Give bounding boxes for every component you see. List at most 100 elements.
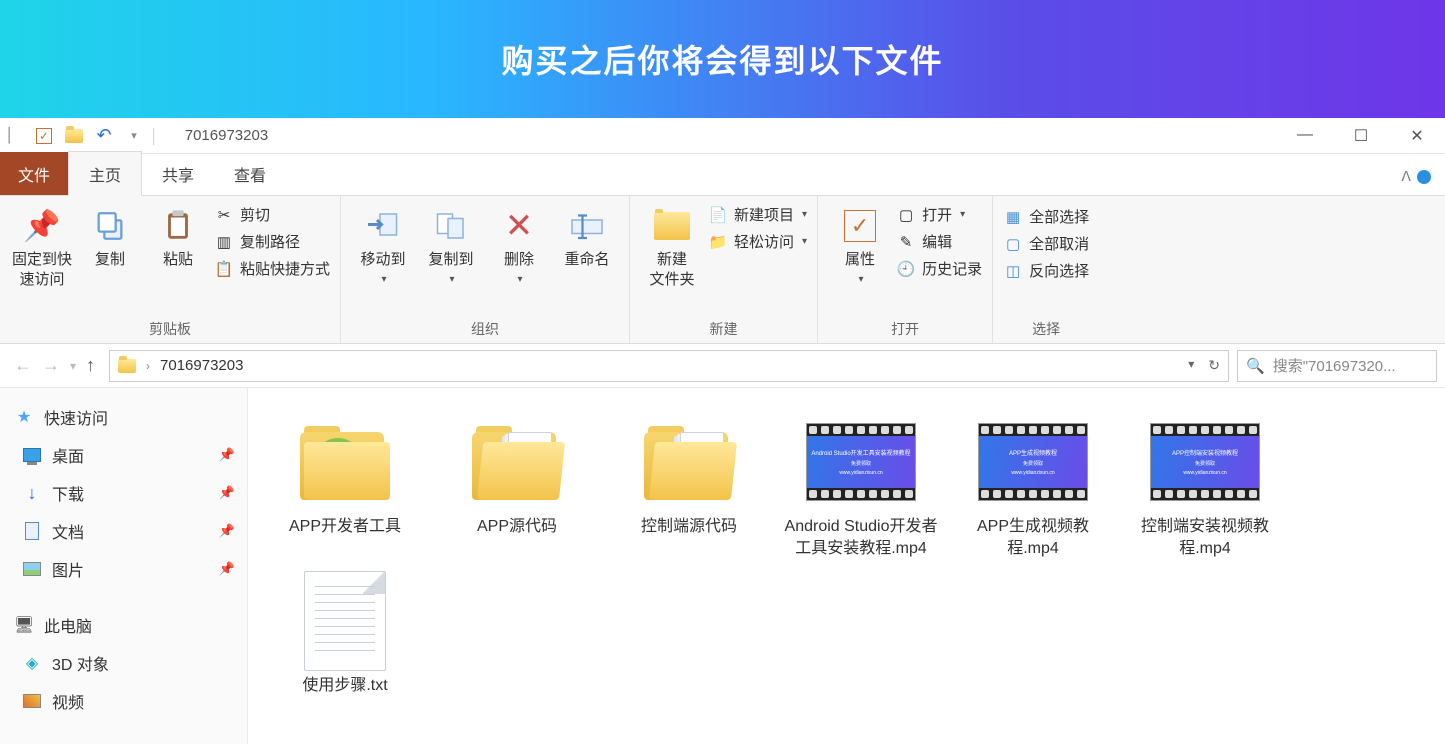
invert-selection-button[interactable]: ◫反向选择 [1003,260,1089,281]
select-none-icon: ▢ [1003,234,1023,254]
move-to-button[interactable]: 移动到 ▾ [351,202,415,285]
paste-shortcut-button[interactable]: 📋粘贴快捷方式 [214,258,330,279]
file-thumbnail: APP控制端安装视频教程免费领取www.yidianzixun.cn [1150,414,1260,510]
scissors-icon: ✂ [214,205,234,225]
copy-path-icon: ▥ [214,232,234,252]
file-item[interactable]: 使用步骤.txt [266,573,424,697]
copy-button[interactable]: 复制 [78,202,142,270]
paste-button[interactable]: 粘贴 [146,202,210,270]
file-name: 控制端安装视频教程.mp4 [1126,516,1284,561]
close-button[interactable]: ✕ [1405,126,1429,146]
file-name: APP开发者工具 [289,516,401,538]
file-name: APP源代码 [477,516,557,538]
group-label-new: 新建 [640,317,807,339]
folder-icon[interactable] [64,126,84,146]
history-button[interactable]: 🕘历史记录 [896,258,982,279]
tab-share[interactable]: 共享 [142,152,214,195]
rename-label: 重命名 [565,250,610,270]
nav-up-button[interactable]: ↑ [86,355,95,376]
undo-icon[interactable]: ↶ [94,126,114,146]
ribbon-group-new: 新建 文件夹 📄新建项目▾ 📁轻松访问▾ 新建 [630,196,818,343]
rename-button[interactable]: 重命名 [555,202,619,270]
nav-recent-dropdown[interactable]: ▾ [70,359,76,373]
copy-path-button[interactable]: ▥复制路径 [214,231,330,252]
search-box[interactable]: 🔍 搜索"701697320... [1237,350,1437,382]
copy-label: 复制 [95,250,125,270]
select-all-button[interactable]: ▦全部选择 [1003,206,1089,227]
sidebar-item-desktop[interactable]: 桌面 📌 [0,436,247,474]
file-item[interactable]: APP控制端安装视频教程免费领取www.yidianzixun.cn 控制端安装视… [1126,414,1284,561]
clipboard-small-buttons: ✂剪切 ▥复制路径 📋粘贴快捷方式 [214,202,330,279]
clipboard-icon [158,206,198,246]
window-controls: — ☐ ✕ [1293,126,1441,146]
file-thumbnail: Android Studio开发工具安装视频教程免费领取www.yidianzi… [806,414,916,510]
tab-view[interactable]: 查看 [214,152,286,195]
easy-access-button[interactable]: 📁轻松访问▾ [708,231,807,252]
pin-icon: 📌 [219,447,235,463]
pin-icon: 📌 [219,561,235,577]
file-thumbnail: APP生成视频教程免费领取www.yidianzixun.cn [978,414,1088,510]
ribbon-tabs: 文件 主页 共享 查看 ᐱ [0,154,1445,196]
file-item[interactable]: APP源代码 [438,414,596,561]
open-icon: ▢ [896,205,916,225]
folder-icon [118,359,136,373]
select-none-button[interactable]: ▢全部取消 [1003,233,1089,254]
file-thumbnail: ⎋ [290,414,400,510]
sidebar-item-videos[interactable]: 视频 [0,682,247,720]
address-bar[interactable]: › 7016973203 ▾ ↻ [109,350,1229,382]
minimize-button[interactable]: — [1293,126,1317,146]
star-icon: ★ [14,407,34,427]
chevron-down-icon: ▾ [960,209,965,220]
file-item[interactable]: ⎋ APP开发者工具 [266,414,424,561]
new-item-button[interactable]: 📄新建项目▾ [708,204,807,225]
group-label-organize: 组织 [351,317,619,339]
chevron-up-icon: ᐱ [1401,168,1411,185]
delete-button[interactable]: ✕ 删除 ▾ [487,202,551,285]
pin-label: 固定到快 速访问 [12,250,72,289]
nav-back-button[interactable]: ← [14,355,32,376]
properties-checkbox-icon[interactable]: ✓ [34,126,54,146]
pin-to-quick-access-button[interactable]: 📌 固定到快 速访问 [10,202,74,289]
cut-button[interactable]: ✂剪切 [214,204,330,225]
edit-button[interactable]: ✎编辑 [896,231,982,252]
properties-button[interactable]: ✓ 属性 ▾ [828,202,892,285]
window-title: 7016973203 [185,127,268,144]
sidebar-item-this-pc[interactable]: 🖥 此电脑 [0,606,247,644]
divider-icon: ▏ [4,126,24,146]
ribbon: 📌 固定到快 速访问 复制 粘贴 ✂剪切 ▥复制路径 📋粘贴快捷方式 剪贴板 [0,196,1445,344]
breadcrumb[interactable]: 7016973203 [160,357,243,374]
nav-forward-button[interactable]: → [42,355,60,376]
ribbon-collapse-button[interactable]: ᐱ [1387,168,1445,195]
sidebar-item-documents[interactable]: 文档 📌 [0,512,247,550]
sidebar-item-3d-objects[interactable]: ◈ 3D 对象 [0,644,247,682]
address-dropdown-icon[interactable]: ▾ [1188,357,1194,374]
history-icon: 🕘 [896,259,916,279]
file-grid[interactable]: ⎋ APP开发者工具 APP源代码 控制端源代码 Android Studio开发工具安… [248,388,1445,744]
refresh-button[interactable]: ↻ [1208,357,1220,374]
desktop-icon [22,445,42,465]
file-item[interactable]: Android Studio开发工具安装视频教程免费领取www.yidianzi… [782,414,940,561]
maximize-button[interactable]: ☐ [1349,126,1373,146]
file-item[interactable]: 控制端源代码 [610,414,768,561]
rename-icon [567,206,607,246]
copy-to-button[interactable]: 复制到 ▾ [419,202,483,285]
new-folder-button[interactable]: 新建 文件夹 [640,202,704,289]
search-icon: 🔍 [1246,357,1265,375]
sidebar-item-pictures[interactable]: 图片 📌 [0,550,247,588]
nav-arrows: ← → ▾ ↑ [8,355,101,376]
chevron-down-icon: ▾ [518,274,523,285]
tab-home[interactable]: 主页 [68,151,142,196]
help-icon [1417,170,1431,184]
move-to-label: 移动到 [361,250,406,270]
qat-dropdown-icon[interactable]: ▾ [124,126,144,146]
file-item[interactable]: APP生成视频教程免费领取www.yidianzixun.cnAPP生成视频教程… [954,414,1112,561]
invert-selection-icon: ◫ [1003,261,1023,281]
sidebar-item-quick-access[interactable]: ★ 快速访问 [0,398,247,436]
sidebar-item-downloads[interactable]: ↓ 下载 📌 [0,474,247,512]
open-button[interactable]: ▢打开▾ [896,204,982,225]
ribbon-group-open: ✓ 属性 ▾ ▢打开▾ ✎编辑 🕘历史记录 打开 [818,196,993,343]
pin-icon: 📌 [22,206,62,246]
workspace: ★ 快速访问 桌面 📌 ↓ 下载 📌 文档 📌 图片 📌 🖥 此电脑 [0,388,1445,744]
select-all-icon: ▦ [1003,207,1023,227]
tab-file[interactable]: 文件 [0,152,68,195]
